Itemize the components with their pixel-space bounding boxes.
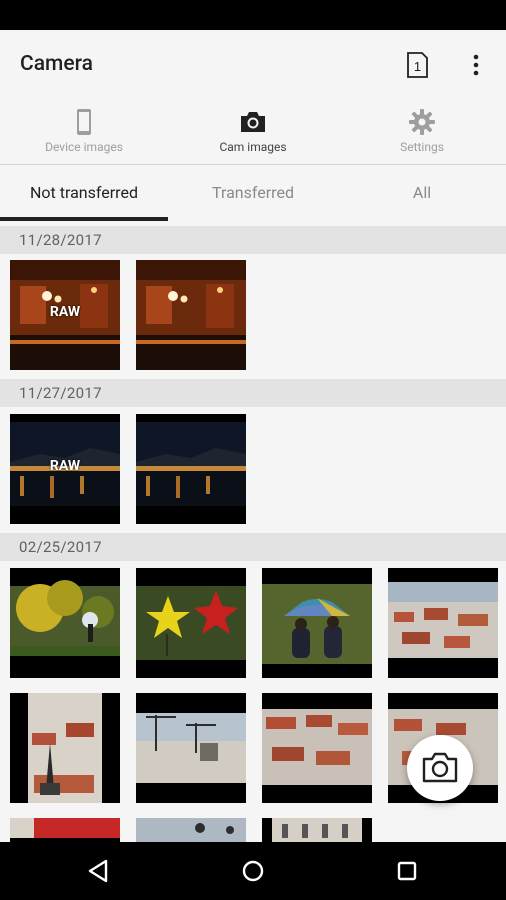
tabs: Not transferred Transferred All xyxy=(0,165,506,223)
image-thumbnail[interactable] xyxy=(136,818,246,842)
back-icon[interactable] xyxy=(84,856,114,886)
image-thumbnail[interactable] xyxy=(262,693,372,803)
raw-badge: RAW xyxy=(49,458,81,474)
nav-cam-images[interactable]: Cam images xyxy=(169,102,337,164)
tab-all[interactable]: All xyxy=(338,165,506,223)
image-thumbnail[interactable] xyxy=(10,818,120,842)
app-bar: Camera 1 xyxy=(0,30,506,102)
home-icon[interactable] xyxy=(238,856,268,886)
tab-not-transferred[interactable]: Not transferred xyxy=(0,165,168,223)
image-thumbnail[interactable] xyxy=(10,693,120,803)
sd-card-icon[interactable]: 1 xyxy=(405,52,429,78)
image-thumbnail[interactable] xyxy=(262,818,372,842)
app-title: Camera xyxy=(20,52,93,76)
date-header-label: 11/28/2017 xyxy=(19,231,102,249)
nav-settings[interactable]: Settings xyxy=(338,102,506,164)
nav-cam-images-label: Cam images xyxy=(219,140,287,154)
date-header-label: 11/27/2017 xyxy=(19,384,102,402)
raw-badge: RAW xyxy=(49,304,81,320)
image-thumbnail[interactable]: RAW xyxy=(10,260,120,370)
image-thumbnail[interactable] xyxy=(10,568,120,678)
image-thumbnail[interactable]: RAW xyxy=(10,414,120,524)
nav-settings-label: Settings xyxy=(400,140,444,154)
date-header: 11/28/2017 xyxy=(0,226,506,254)
image-thumbnail[interactable] xyxy=(262,568,372,678)
svg-text:1: 1 xyxy=(414,59,421,74)
date-header: 02/25/2017 xyxy=(0,533,506,561)
camera-icon xyxy=(241,112,265,132)
system-nav-bar xyxy=(0,842,506,900)
status-bar xyxy=(0,0,506,30)
phone-icon xyxy=(77,109,91,135)
date-header: 11/27/2017 xyxy=(0,379,506,407)
image-thumbnail[interactable] xyxy=(136,260,246,370)
nav-device-images[interactable]: Device images xyxy=(0,102,168,164)
image-thumbnail[interactable] xyxy=(136,568,246,678)
camera-capture-button[interactable] xyxy=(407,735,473,801)
date-header-label: 02/25/2017 xyxy=(19,538,102,556)
tab-indicator xyxy=(0,217,168,221)
more-options-icon[interactable] xyxy=(466,54,486,76)
top-navigation: Device images Cam images Settings xyxy=(0,102,506,164)
gear-icon xyxy=(409,109,435,135)
image-thumbnail[interactable] xyxy=(388,568,498,678)
recents-icon[interactable] xyxy=(392,856,422,886)
nav-device-images-label: Device images xyxy=(45,140,123,154)
camera-icon xyxy=(422,752,458,783)
tab-transferred[interactable]: Transferred xyxy=(169,165,337,223)
image-thumbnail[interactable] xyxy=(136,414,246,524)
image-thumbnail[interactable] xyxy=(136,693,246,803)
